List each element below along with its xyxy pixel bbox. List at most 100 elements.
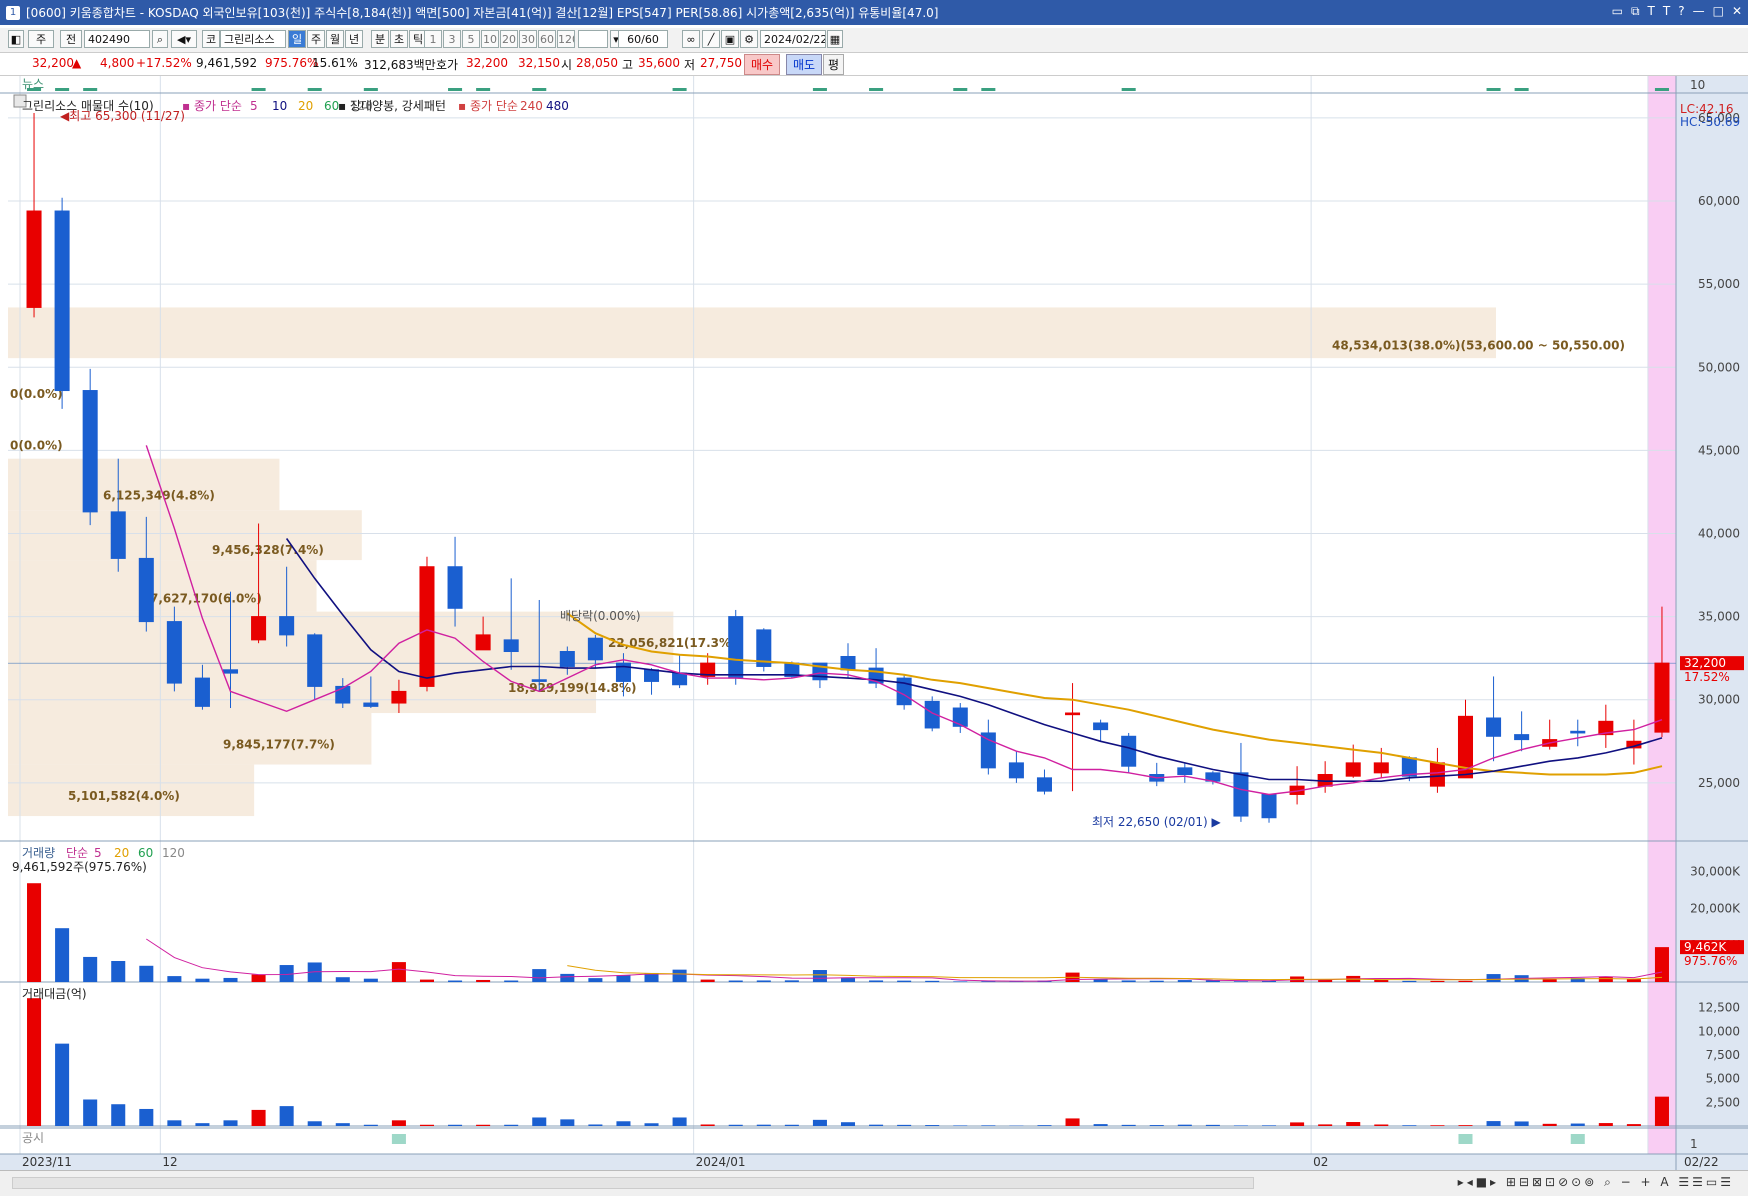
- period-tab[interactable]: 년: [345, 30, 363, 48]
- candle-body: [167, 622, 181, 684]
- high-label: 고: [622, 56, 633, 73]
- save-icon[interactable]: ▣: [721, 30, 739, 48]
- volume-bar: [1627, 979, 1641, 982]
- sell-button[interactable]: 매도: [786, 54, 822, 75]
- period-tab[interactable]: 주: [307, 30, 325, 48]
- close-icon[interactable]: ✕: [1732, 4, 1742, 19]
- volume-bar: [252, 975, 266, 982]
- high-annotation: ◀최고 65,300 (11/27): [60, 109, 185, 123]
- chart-scrollbar[interactable]: [12, 1177, 1254, 1189]
- interval-button[interactable]: 60: [538, 30, 556, 48]
- amount-bar: [139, 1109, 153, 1126]
- interval-button[interactable]: 1: [424, 30, 442, 48]
- date-input[interactable]: 2024/02/22: [760, 30, 826, 48]
- count-field[interactable]: 60/60: [618, 30, 668, 48]
- amount-bar: [336, 1123, 350, 1126]
- volume-profile-label: 6,125,349(4.8%): [103, 488, 215, 502]
- amount-bar: [1150, 1125, 1164, 1126]
- restore-icon[interactable]: ⧉: [1631, 4, 1640, 19]
- type-select-a[interactable]: 주: [28, 30, 54, 48]
- volume-bar: [223, 978, 237, 982]
- amount-bar: [532, 1117, 546, 1126]
- quote-label: 호가: [436, 56, 458, 73]
- volume-bar: [504, 981, 518, 982]
- link-icon[interactable]: ∞: [682, 30, 700, 48]
- volume-bar: [1458, 981, 1472, 982]
- volume-bar: [364, 979, 378, 982]
- layout-toggle-icon[interactable]: ◧: [8, 30, 24, 48]
- draw-line-icon[interactable]: ╱: [702, 30, 720, 48]
- candle-body: [1430, 763, 1444, 786]
- volume-profile-label: 18,929,199(14.8%): [508, 681, 637, 695]
- sound-icon[interactable]: ◀▾: [171, 30, 197, 48]
- search-icon[interactable]: ⌕: [152, 30, 168, 48]
- bottom-toolbar: ▸◂■▸ ⊞⊟⊠⊡⊘⊙⊚ ⌕ − + A ☰☰▭☰: [0, 1170, 1748, 1196]
- title-bar: 1 [0600] 키움종합차트 - KOSDAQ 외국인보유[103(천)] 주…: [0, 0, 1748, 25]
- minimize-icon[interactable]: —: [1693, 4, 1705, 19]
- amount-bar: [1290, 1122, 1304, 1126]
- maximize-icon[interactable]: □: [1713, 4, 1724, 19]
- type-select-b[interactable]: 전: [60, 30, 82, 48]
- chart-tool-icons[interactable]: ▸◂■▸ ⊞⊟⊠⊡⊘⊙⊚ ⌕ − + A ☰☰▭☰: [1458, 1175, 1734, 1190]
- candle-body: [673, 673, 687, 685]
- stock-name-field[interactable]: 그린리소스: [220, 30, 286, 48]
- period-tab[interactable]: 분: [371, 30, 389, 48]
- amount-bar: [1571, 1124, 1585, 1126]
- amount-bar: [392, 1120, 406, 1126]
- layout-icon[interactable]: ▭: [1612, 4, 1623, 19]
- volume-profile-label: 9,456,328(7.4%): [212, 543, 324, 557]
- news-marker: [869, 88, 883, 91]
- interval-button[interactable]: 5: [462, 30, 480, 48]
- volume-note: 9,461,592주(975.76%): [12, 860, 147, 874]
- amount-bar: [1543, 1124, 1557, 1126]
- period-tab[interactable]: 월: [326, 30, 344, 48]
- buy-button[interactable]: 매수: [744, 54, 780, 75]
- amount-tick-label: 10,000: [1698, 1024, 1740, 1038]
- volume-bar: [111, 961, 125, 982]
- bid-price: 32,150: [518, 56, 560, 70]
- candle-body: [1487, 718, 1501, 736]
- period-tab[interactable]: 초: [390, 30, 408, 48]
- calendar-icon[interactable]: ▦: [827, 30, 843, 48]
- volume-bar: [616, 975, 630, 982]
- news-scale-label: 10: [1690, 78, 1705, 92]
- help-icon[interactable]: ?: [1678, 4, 1684, 19]
- amount-bar: [364, 1125, 378, 1126]
- amount-bar: [729, 1125, 743, 1126]
- amount-bar: [1430, 1125, 1444, 1126]
- interval-button[interactable]: 20: [500, 30, 518, 48]
- candle-body: [1374, 763, 1388, 773]
- price-tick-label: 45,000: [1698, 443, 1740, 457]
- candle-body: [111, 512, 125, 559]
- interval-button[interactable]: 30: [519, 30, 537, 48]
- candle-body: [560, 652, 574, 667]
- amount-bar: [252, 1110, 266, 1126]
- chart-toolbar: ◧ 주 전 402490 ⌕ ◀▾ 코 그린리소스 일주월년분초틱 135102…: [0, 28, 1748, 53]
- volume-bar: [195, 979, 209, 982]
- volume-ma-period: 60: [138, 846, 153, 860]
- interval-button[interactable]: 3: [443, 30, 461, 48]
- settings-gear-icon[interactable]: ⚙: [740, 30, 758, 48]
- interval-button[interactable]: 120: [557, 30, 575, 48]
- change-percent: +17.52%: [136, 56, 192, 70]
- amount-bar: [1318, 1124, 1332, 1126]
- period-tab[interactable]: 일: [288, 30, 306, 48]
- news-marker: [673, 88, 687, 91]
- news-marker: [476, 88, 490, 91]
- code-input[interactable]: 402490: [84, 30, 150, 48]
- text-icon[interactable]: T: [1663, 4, 1670, 19]
- average-button[interactable]: 평: [823, 54, 844, 75]
- ma2-legend-label: ▪ 종가 단순: [458, 99, 518, 113]
- amount-bar: [616, 1121, 630, 1126]
- interval-custom-field[interactable]: [578, 30, 608, 48]
- interval-button[interactable]: 10: [481, 30, 499, 48]
- stock-chart[interactable]: 48,534,013(38.0%)(53,600.00 ~ 50,550.00)…: [0, 76, 1748, 1170]
- news-marker: [1122, 88, 1136, 91]
- font-icon[interactable]: T: [1648, 4, 1655, 19]
- volume-bar: [1487, 974, 1501, 982]
- turnover-rate: 15.61%: [312, 56, 358, 70]
- up-arrow-icon: ▲: [72, 56, 81, 70]
- date-tick-label: 02: [1313, 1155, 1328, 1169]
- candle-body: [645, 670, 659, 682]
- hc-label: HC:-50.69: [1680, 115, 1740, 129]
